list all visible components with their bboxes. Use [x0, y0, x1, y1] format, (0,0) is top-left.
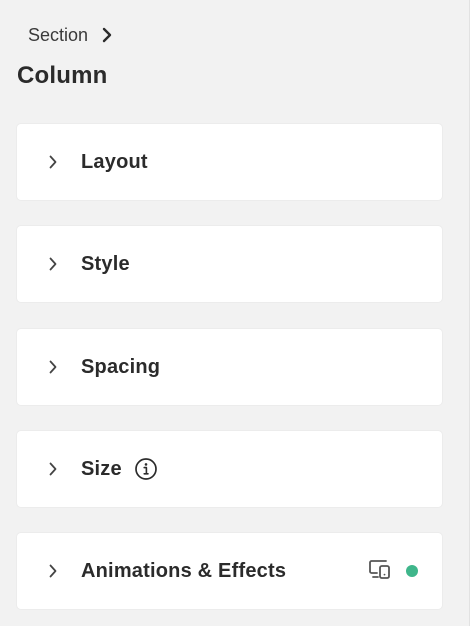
chevron-right-icon [47, 461, 59, 477]
accordion-label: Size [81, 457, 122, 480]
chevron-right-icon [47, 154, 59, 170]
accordion-label: Spacing [81, 355, 161, 378]
chevron-right-icon [47, 563, 59, 579]
accordion-label: Layout [81, 150, 148, 173]
accordion-label: Style [81, 252, 130, 275]
accordion-animations-effects[interactable]: Animations & Effects [17, 533, 442, 609]
chevron-right-icon [47, 256, 59, 272]
accordion-label: Animations & Effects [81, 559, 287, 582]
chevron-right-icon [102, 27, 112, 43]
accordion-style[interactable]: Style [17, 226, 442, 302]
properties-panel: Section Column Layout Style Spacing Size… [0, 0, 470, 626]
accordion-spacing[interactable]: Spacing [17, 329, 442, 405]
accordion-layout[interactable]: Layout [17, 124, 442, 200]
accordion-indicators [368, 557, 418, 586]
modified-status-dot [406, 565, 418, 577]
accordion-size[interactable]: Size [17, 431, 442, 507]
page-title: Column [17, 62, 108, 89]
breadcrumb[interactable]: Section [28, 22, 112, 48]
breadcrumb-parent[interactable]: Section [28, 25, 88, 46]
responsive-devices-icon[interactable] [368, 557, 394, 586]
info-icon[interactable] [134, 457, 158, 481]
chevron-right-icon [47, 359, 59, 375]
